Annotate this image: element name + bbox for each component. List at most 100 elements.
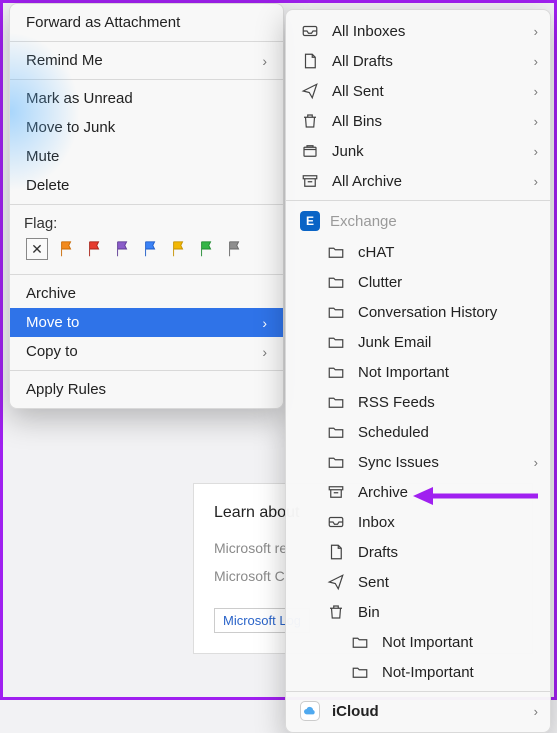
flag-section: Flag: ✕ [10, 209, 283, 270]
chevron-right-icon: › [534, 114, 538, 129]
folder-label: Archive [358, 484, 408, 501]
submenu-all-bins[interactable]: All Bins › [286, 106, 550, 136]
menu-mark-unread[interactable]: Mark as Unread [10, 84, 283, 113]
folder-rss-feeds[interactable]: RSS Feeds [286, 387, 550, 417]
folder-label: Conversation History [358, 304, 497, 321]
menu-label: Move to Junk [26, 119, 115, 136]
folder-conversation-history[interactable]: Conversation History [286, 297, 550, 327]
folder-label: Bin [358, 604, 380, 621]
submenu-label: Junk [332, 143, 364, 160]
folder-sync-issues[interactable]: Sync Issues › [286, 447, 550, 477]
folder-label: Drafts [358, 544, 398, 561]
menu-mute[interactable]: Mute [10, 142, 283, 171]
chevron-right-icon: › [534, 704, 538, 719]
submenu-label: All Bins [332, 113, 382, 130]
menu-label: Mark as Unread [26, 90, 133, 107]
submenu-all-sent[interactable]: All Sent › [286, 76, 550, 106]
paper-plane-icon [300, 81, 320, 101]
folder-label: Inbox [358, 514, 395, 531]
menu-copy-to[interactable]: Copy to › [10, 337, 283, 366]
separator [10, 274, 283, 275]
menu-label: Copy to [26, 343, 78, 360]
submenu-all-inboxes[interactable]: All Inboxes › [286, 16, 550, 46]
menu-move-junk[interactable]: Move to Junk [10, 113, 283, 142]
folder-scheduled[interactable]: Scheduled [286, 417, 550, 447]
flag-orange[interactable] [58, 240, 76, 258]
folder-icon [326, 332, 346, 352]
folder-clutter[interactable]: Clutter [286, 267, 550, 297]
flag-clear-button[interactable]: ✕ [26, 238, 48, 260]
exchange-icon: E [300, 211, 320, 231]
flag-purple[interactable] [114, 240, 132, 258]
folder-icon [326, 272, 346, 292]
folder-label: Clutter [358, 274, 402, 291]
folder-label: Not Important [358, 364, 449, 381]
menu-archive[interactable]: Archive [10, 279, 283, 308]
folder-not-important[interactable]: Not Important [286, 357, 550, 387]
separator [10, 79, 283, 80]
menu-apply-rules[interactable]: Apply Rules [10, 375, 283, 404]
separator [10, 204, 283, 205]
folder-icon [326, 392, 346, 412]
submenu-all-archive[interactable]: All Archive › [286, 166, 550, 196]
inbox-icon [326, 512, 346, 532]
folder-icon [326, 242, 346, 262]
flag-blue[interactable] [142, 240, 160, 258]
menu-label: Archive [26, 285, 76, 302]
trash-icon [326, 602, 346, 622]
flag-red[interactable] [86, 240, 104, 258]
folder-label: Not-Important [382, 664, 474, 681]
chevron-right-icon: › [534, 144, 538, 159]
separator [10, 41, 283, 42]
folder-bin[interactable]: Bin [286, 597, 550, 627]
folder-icon [326, 452, 346, 472]
submenu-label: All Sent [332, 83, 384, 100]
folder-inbox[interactable]: Inbox [286, 507, 550, 537]
menu-remind-me[interactable]: Remind Me › [10, 46, 283, 75]
menu-delete[interactable]: Delete [10, 171, 283, 200]
folder-label: Sync Issues [358, 454, 439, 471]
paper-plane-icon [326, 572, 346, 592]
folder-label: cHAT [358, 244, 394, 261]
folder-drafts[interactable]: Drafts [286, 537, 550, 567]
folder-not-important-nested[interactable]: Not Important [286, 627, 550, 657]
menu-forward-attachment[interactable]: Forward as Attachment [10, 8, 283, 37]
move-to-submenu: All Inboxes › All Drafts › All Sent › Al… [285, 9, 551, 733]
submenu-label: All Inboxes [332, 23, 405, 40]
archive-icon [326, 482, 346, 502]
folder-icon [326, 362, 346, 382]
separator [286, 691, 550, 692]
folder-icon [326, 422, 346, 442]
folder-label: RSS Feeds [358, 394, 435, 411]
context-menu: Forward as Attachment Remind Me › Mark a… [9, 3, 284, 409]
folder-not-important-dash[interactable]: Not-Important [286, 657, 550, 687]
chevron-right-icon: › [534, 84, 538, 99]
icloud-icon [300, 701, 320, 721]
submenu-junk[interactable]: Junk › [286, 136, 550, 166]
chevron-right-icon: › [534, 54, 538, 69]
chevron-right-icon: › [262, 53, 267, 69]
folder-label: Scheduled [358, 424, 429, 441]
folder-sent[interactable]: Sent [286, 567, 550, 597]
chevron-right-icon: › [534, 455, 538, 470]
folder-junk-email[interactable]: Junk Email [286, 327, 550, 357]
document-icon [326, 542, 346, 562]
flag-color-row: ✕ [24, 238, 269, 260]
menu-label: Move to [26, 314, 79, 331]
account-icloud[interactable]: iCloud › [286, 696, 550, 726]
folder-icon [350, 632, 370, 652]
folder-label: Sent [358, 574, 389, 591]
flag-yellow[interactable] [170, 240, 188, 258]
folder-archive[interactable]: Archive [286, 477, 550, 507]
menu-move-to[interactable]: Move to › [10, 308, 283, 337]
folder-chat[interactable]: cHAT [286, 237, 550, 267]
separator [286, 200, 550, 201]
separator [10, 370, 283, 371]
menu-label: Delete [26, 177, 69, 194]
menu-label: Remind Me [26, 52, 103, 69]
account-label: Exchange [330, 213, 397, 230]
flag-green[interactable] [198, 240, 216, 258]
flag-gray[interactable] [226, 240, 244, 258]
submenu-all-drafts[interactable]: All Drafts › [286, 46, 550, 76]
junk-icon [300, 141, 320, 161]
